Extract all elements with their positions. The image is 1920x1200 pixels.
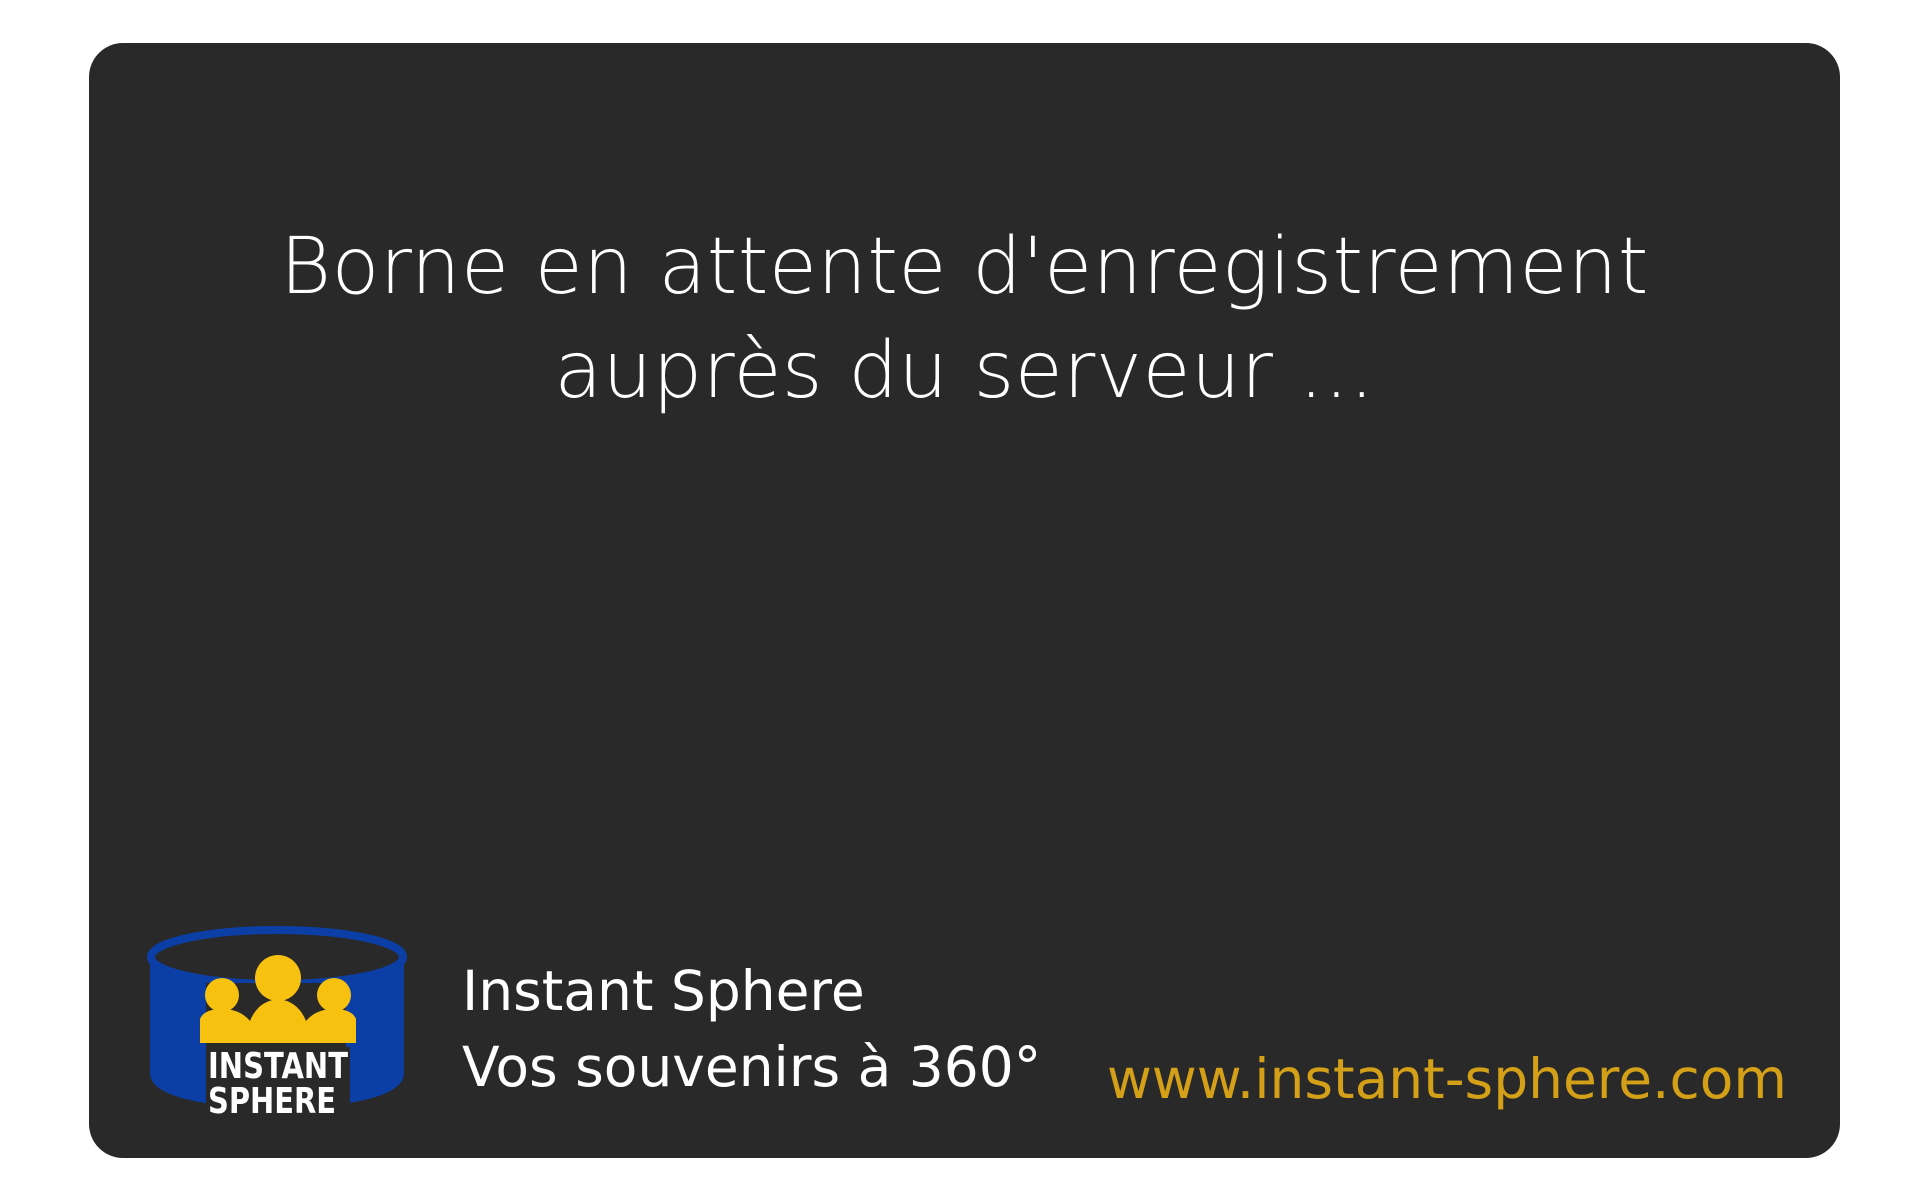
brand-block: Instant Sphere Vos souvenirs à 360° [462,953,1041,1105]
status-message-line-1: Borne en attente d'enregistrement [280,222,1649,312]
brand-tagline: Vos souvenirs à 360° [462,1035,1042,1099]
status-message-line-2: auprès du serveur ... [554,326,1375,416]
kiosk-screen: Borne en attente d'enregistrement auprès… [89,43,1840,1158]
brand-name: Instant Sphere [462,959,865,1023]
logo-text-line-2: SPHERE [208,1081,336,1122]
status-message: Borne en attente d'enregistrement auprès… [89,215,1840,423]
website-link: www.instant-sphere.com [1106,1047,1787,1111]
instant-sphere-logo-icon: INSTANT SPHERE [147,926,407,1122]
